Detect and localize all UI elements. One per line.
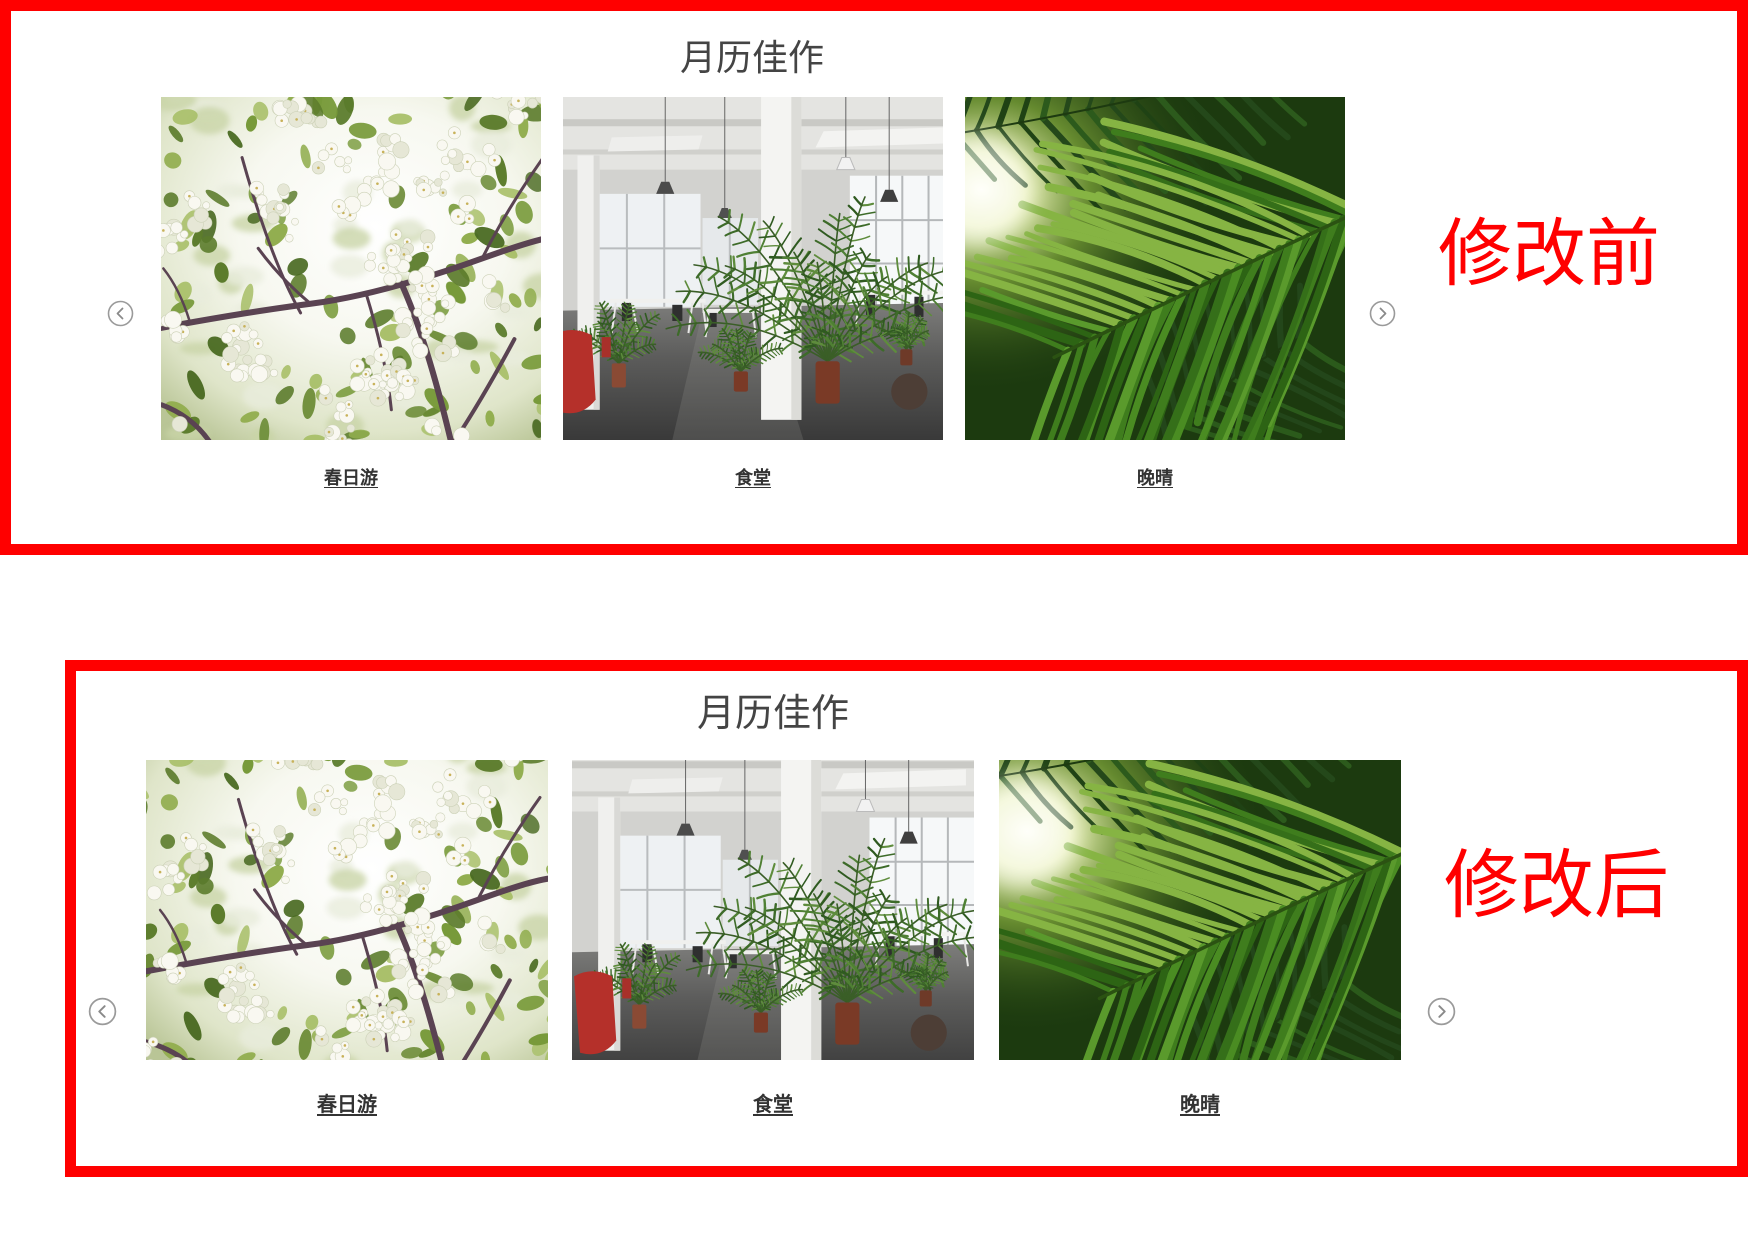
- spring-outing-caption-link[interactable]: 春日游: [146, 1093, 548, 1117]
- evening-photo[interactable]: [999, 760, 1401, 1060]
- canteen-caption-link[interactable]: 食堂: [572, 1093, 974, 1117]
- canteen-photo[interactable]: [563, 97, 943, 440]
- evening-caption-link[interactable]: 晚晴: [965, 467, 1345, 489]
- carousel-prev-button[interactable]: [88, 997, 117, 1026]
- canteen-image: [572, 760, 974, 1060]
- evening-image: [965, 97, 1345, 440]
- chevron-right-circle-icon: [1427, 997, 1456, 1026]
- chevron-left-circle-icon: [88, 997, 117, 1026]
- spring-outing-image: [146, 760, 548, 1060]
- chevron-right-circle-icon: [1369, 300, 1396, 327]
- canteen-caption-link[interactable]: 食堂: [563, 467, 943, 489]
- evening-caption-link[interactable]: 晚晴: [999, 1093, 1401, 1117]
- before-annotation-label: 修改前: [1438, 214, 1660, 296]
- gallery-title: 月历佳作: [679, 37, 824, 78]
- carousel-next-button[interactable]: [1427, 997, 1456, 1026]
- spring-outing-photo[interactable]: [146, 760, 548, 1060]
- evening-photo[interactable]: [965, 97, 1345, 440]
- chevron-left-circle-icon: [107, 300, 134, 327]
- spring-outing-image: [161, 97, 541, 440]
- spring-outing-caption-link[interactable]: 春日游: [161, 467, 541, 489]
- spring-outing-photo[interactable]: [161, 97, 541, 440]
- evening-image: [999, 760, 1401, 1060]
- carousel-next-button[interactable]: [1369, 300, 1396, 327]
- canteen-photo[interactable]: [572, 760, 974, 1060]
- after-annotation-label: 修改后: [1444, 845, 1670, 928]
- gallery-title: 月历佳作: [696, 693, 849, 735]
- carousel-prev-button[interactable]: [107, 300, 134, 327]
- canteen-image: [563, 97, 943, 440]
